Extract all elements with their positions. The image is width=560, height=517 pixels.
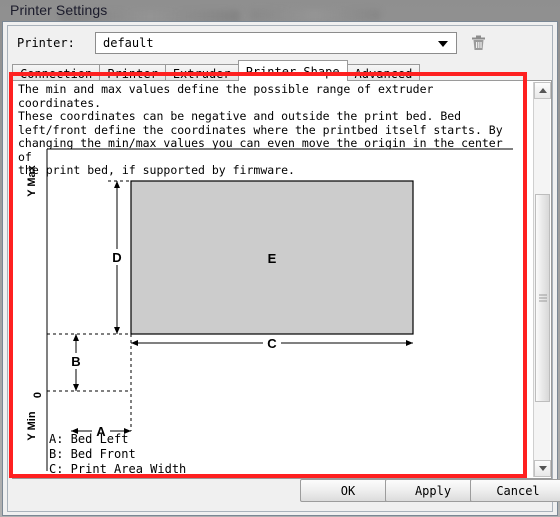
dimension-b-label: B: [71, 354, 80, 369]
printer-select[interactable]: default: [95, 32, 457, 54]
triangle-down-icon: [538, 466, 547, 471]
panel-scroll-viewport: The min and max values define the possib…: [13, 81, 533, 478]
desktop-background-blur-secondary: [250, 9, 380, 21]
tab-printer[interactable]: Printer: [99, 64, 166, 81]
tab-advanced[interactable]: Advanced: [346, 64, 421, 81]
diagram-legend: A: Bed Left B: Bed Front C: Print Area W…: [49, 432, 187, 476]
scroll-down-button[interactable]: [534, 460, 551, 477]
printer-selector-row: Printer: default: [8, 30, 552, 56]
printer-label: Printer:: [17, 36, 75, 50]
bed-geometry-diagram: E D C B A 0 Y Max Y Min: [13, 141, 533, 478]
scroll-up-button[interactable]: [534, 82, 551, 99]
bed-area-label: E: [268, 251, 277, 266]
delete-printer-button[interactable]: [466, 32, 490, 54]
scrollbar-grip-icon: [539, 293, 547, 304]
window-title: Printer Settings: [10, 2, 108, 18]
tab-extruder[interactable]: Extruder: [164, 64, 239, 81]
chevron-down-icon: [438, 41, 448, 47]
dimension-b-group: B: [68, 334, 85, 391]
settings-tabs: Connection Printer Extruder Printer Shap…: [12, 59, 421, 81]
triangle-up-icon: [538, 88, 547, 93]
dimension-d-group: D: [109, 181, 126, 334]
panel-vertical-scrollbar[interactable]: [533, 82, 551, 477]
y-min-axis-label: Y Min: [26, 411, 38, 440]
ok-button[interactable]: OK: [300, 479, 396, 502]
tab-connection[interactable]: Connection: [12, 64, 101, 81]
apply-button[interactable]: Apply: [385, 479, 481, 502]
dimension-c-group: C: [131, 335, 413, 351]
dimension-d-label: D: [112, 250, 121, 265]
printer-settings-dialog: Printer: default Connection Printer Extr…: [2, 21, 560, 516]
printer-select-value: default: [103, 36, 154, 50]
dialog-inner-frame: Printer: default Connection Printer Extr…: [7, 25, 560, 512]
cancel-button[interactable]: Cancel: [470, 479, 560, 502]
trash-icon: [471, 35, 485, 50]
printer-settings-window: Printer Settings Printer: default Connec…: [0, 0, 560, 517]
dimension-c-label: C: [267, 336, 277, 351]
scrollbar-thumb[interactable]: [535, 194, 550, 402]
tab-printer-shape[interactable]: Printer Shape: [237, 60, 348, 81]
origin-marker-label: 0: [32, 392, 44, 398]
printer-shape-panel: The min and max values define the possib…: [12, 80, 552, 479]
dialog-button-bar: OK Apply Cancel: [8, 479, 560, 503]
y-max-axis-label: Y Max: [26, 164, 38, 196]
